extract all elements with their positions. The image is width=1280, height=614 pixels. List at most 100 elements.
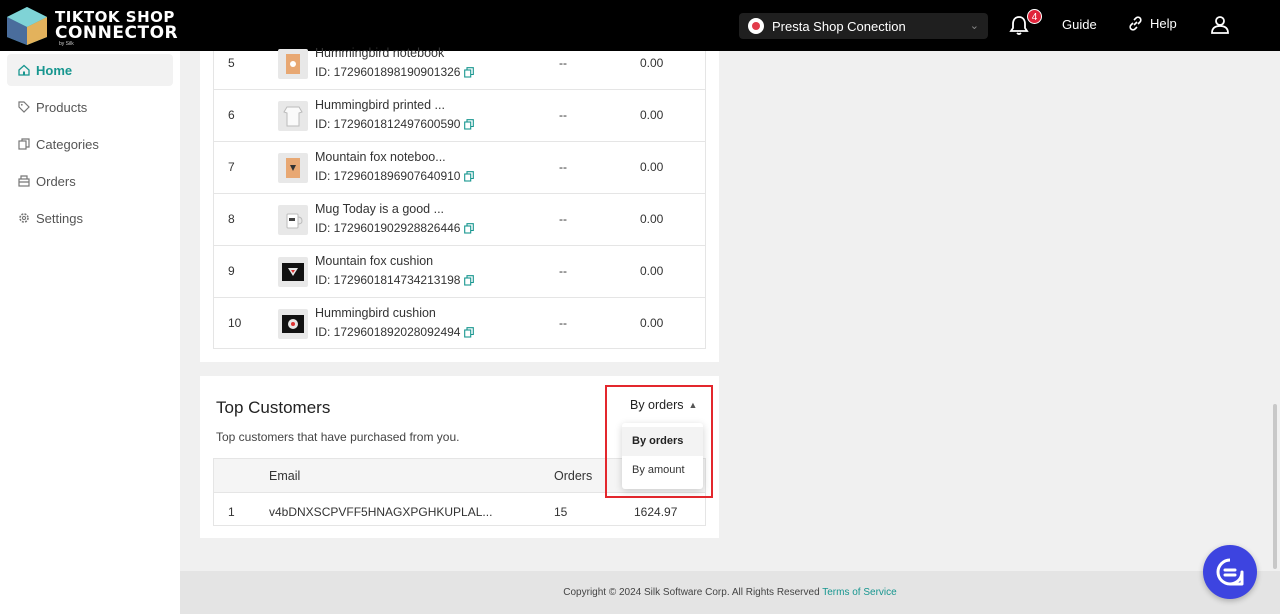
chat-button[interactable] xyxy=(1203,545,1257,599)
chat-icon xyxy=(1216,558,1244,586)
sidebar: Home Products Categories Orders Settings xyxy=(0,51,180,614)
product-amount: 0.00 xyxy=(640,108,664,122)
product-amount: 0.00 xyxy=(640,56,664,70)
tag-icon xyxy=(18,101,30,113)
sidebar-item-settings[interactable]: Settings xyxy=(7,202,173,234)
product-amount: 0.00 xyxy=(640,316,664,330)
shop-select-label: Presta Shop Conection xyxy=(772,18,906,34)
product-thumbnail xyxy=(278,205,308,235)
sidebar-item-label: Categories xyxy=(36,136,99,152)
product-name: Hummingbird printed ... xyxy=(315,98,445,112)
sidebar-item-label: Orders xyxy=(36,173,76,189)
tiktok-shop-connector-logo[interactable]: TIKTOK SHOP CONNECTOR by Silk xyxy=(5,5,179,47)
sidebar-item-home[interactable]: Home xyxy=(7,54,173,86)
row-rank: 10 xyxy=(228,316,242,330)
row-rank: 9 xyxy=(228,264,235,278)
product-qty: -- xyxy=(559,212,567,226)
product-thumbnail xyxy=(278,153,308,183)
chevron-down-icon: ⌄ xyxy=(969,20,979,32)
top-customers-subtitle: Top customers that have purchased from y… xyxy=(216,430,460,444)
product-qty: -- xyxy=(559,160,567,174)
copy-icon xyxy=(18,138,30,150)
guide-link[interactable]: Guide xyxy=(1062,17,1097,32)
product-id-text: ID: 1729601902928826446 xyxy=(315,221,461,235)
product-id: ID: 1729601812497600590 xyxy=(315,117,475,131)
logo-cube-icon xyxy=(7,7,47,45)
product-name: Mountain fox noteboo... xyxy=(315,150,446,164)
copy-icon[interactable] xyxy=(464,274,475,286)
product-thumbnail xyxy=(278,257,308,287)
help-link[interactable]: Help xyxy=(1127,15,1177,32)
table-row[interactable]: 10 Hummingbird cushion ID: 1729601892028… xyxy=(214,298,705,350)
logo-sub: by Silk xyxy=(59,41,74,47)
product-name: Mug Today is a good ... xyxy=(315,202,445,216)
main-content: 5 Hummingbird notebook ID: 1729601898190… xyxy=(180,46,1280,571)
table-row[interactable]: 8 Mug Today is a good ... ID: 1729601902… xyxy=(214,194,705,246)
product-id: ID: 1729601896907640910 xyxy=(315,169,475,183)
product-id-text: ID: 1729601896907640910 xyxy=(315,169,461,183)
footer-copyright: Copyright © 2024 Silk Software Corp. All… xyxy=(563,587,820,598)
top-products-table: 5 Hummingbird notebook ID: 1729601898190… xyxy=(213,46,706,350)
product-id: ID: 1729601902928826446 xyxy=(315,221,475,235)
product-thumbnail xyxy=(278,309,308,339)
product-id-text: ID: 1729601814734213198 xyxy=(315,273,461,287)
column-header-orders[interactable]: Orders xyxy=(554,469,592,483)
product-name: Hummingbird cushion xyxy=(315,306,436,320)
copy-icon[interactable] xyxy=(464,118,475,130)
row-rank: 5 xyxy=(228,56,235,70)
row-rank: 7 xyxy=(228,160,235,174)
notification-badge: 4 xyxy=(1027,9,1042,24)
sidebar-item-label: Settings xyxy=(36,210,83,226)
product-thumbnail xyxy=(278,49,308,79)
customer-rank: 1 xyxy=(228,505,235,519)
table-row[interactable]: 9 Mountain fox cushion ID: 1729601814734… xyxy=(214,246,705,298)
copy-icon[interactable] xyxy=(464,170,475,182)
customer-email: v4bDNXSCPVFF5HNAGXPGHKUPLAL... xyxy=(269,505,493,519)
table-row[interactable]: 5 Hummingbird notebook ID: 1729601898190… xyxy=(214,38,705,90)
table-row[interactable]: 7 Mountain fox noteboo... ID: 1729601896… xyxy=(214,142,705,194)
product-id: ID: 1729601892028092494 xyxy=(315,325,475,339)
copy-icon[interactable] xyxy=(464,222,475,234)
product-thumbnail xyxy=(278,101,308,131)
product-qty: -- xyxy=(559,264,567,278)
product-id: ID: 1729601814734213198 xyxy=(315,273,475,287)
shop-select[interactable]: Presta Shop Conection ⌄ xyxy=(739,13,988,39)
row-rank: 8 xyxy=(228,212,235,226)
top-products-card: 5 Hummingbird notebook ID: 1729601898190… xyxy=(200,46,719,362)
shop-icon xyxy=(748,18,764,34)
dropdown-option-by-amount[interactable]: By amount xyxy=(622,456,703,485)
sort-dropdown-menu: By orders By amount xyxy=(622,423,703,489)
product-qty: -- xyxy=(559,56,567,70)
terms-of-service-link[interactable]: Terms of Service xyxy=(822,587,896,598)
customer-orders: 15 xyxy=(554,505,568,519)
dropdown-option-by-orders[interactable]: By orders xyxy=(622,427,703,456)
footer: Copyright © 2024 Silk Software Corp. All… xyxy=(180,571,1280,614)
copy-icon[interactable] xyxy=(464,66,475,78)
product-id-text: ID: 1729601898190901326 xyxy=(315,65,461,79)
row-rank: 6 xyxy=(228,108,235,122)
link-icon xyxy=(1129,16,1142,31)
copy-icon[interactable] xyxy=(464,326,475,338)
scrollbar-thumb[interactable] xyxy=(1273,404,1277,569)
gear-icon xyxy=(19,213,29,223)
box-icon xyxy=(18,175,30,187)
sidebar-item-products[interactable]: Products xyxy=(7,91,173,123)
customer-amount: 1624.97 xyxy=(634,505,678,519)
product-amount: 0.00 xyxy=(640,212,664,226)
home-icon xyxy=(18,64,30,76)
product-amount: 0.00 xyxy=(640,264,664,278)
sidebar-item-label: Products xyxy=(36,99,88,115)
product-qty: -- xyxy=(559,316,567,330)
column-header-email[interactable]: Email xyxy=(269,469,300,483)
user-icon[interactable] xyxy=(1210,15,1230,35)
top-customers-title: Top Customers xyxy=(216,398,331,417)
table-row[interactable]: 6 Hummingbird printed ... ID: 1729601812… xyxy=(214,90,705,142)
logo-line-2: CONNECTOR xyxy=(55,23,179,43)
product-id-text: ID: 1729601812497600590 xyxy=(315,117,461,131)
product-id-text: ID: 1729601892028092494 xyxy=(315,325,461,339)
sidebar-item-orders[interactable]: Orders xyxy=(7,165,173,197)
product-amount: 0.00 xyxy=(640,160,664,174)
sidebar-item-categories[interactable]: Categories xyxy=(7,128,173,160)
product-name: Hummingbird notebook xyxy=(315,46,445,60)
product-name: Mountain fox cushion xyxy=(315,254,434,268)
